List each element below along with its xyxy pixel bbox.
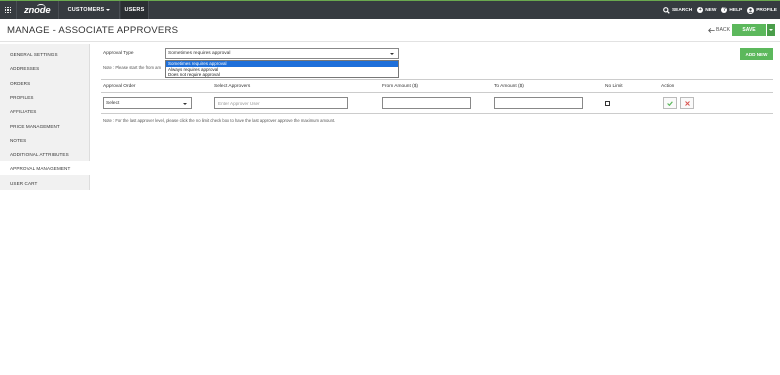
select-approvers-input[interactable]: Enter Approver User xyxy=(214,97,348,109)
approver-note-bottom: Note : For the last approver level, plea… xyxy=(103,118,336,123)
sidebar: GENERAL SETTINGS ADDRESSES ORDERS PROFIL… xyxy=(0,44,90,190)
top-nav-bar: znode CUSTOMERS USERS SEARCH + NEW ? HEL… xyxy=(0,0,780,19)
header-divider xyxy=(0,41,780,42)
column-header-to-amount: To Amount ($) xyxy=(494,84,524,89)
table-divider-top xyxy=(101,79,773,80)
help-button[interactable]: ? HELP xyxy=(721,7,742,13)
arrow-left-icon xyxy=(708,27,715,33)
sidebar-item-profiles[interactable]: PROFILES xyxy=(0,90,90,104)
to-amount-input[interactable] xyxy=(494,97,583,109)
search-icon xyxy=(663,6,670,14)
remove-row-button[interactable] xyxy=(680,97,694,109)
chevron-down-icon xyxy=(106,9,111,11)
search-label: SEARCH xyxy=(671,7,693,13)
save-button-group: SAVE xyxy=(732,24,775,36)
new-label: NEW xyxy=(705,7,717,13)
column-header-from-amount: From Amount ($) xyxy=(382,84,418,89)
sidebar-item-orders[interactable]: ORDERS xyxy=(0,76,90,90)
confirm-row-button[interactable] xyxy=(663,97,677,109)
plus-circle-icon: + xyxy=(697,7,704,13)
approval-order-select[interactable]: Select xyxy=(103,97,192,109)
approval-order-value: Select xyxy=(106,100,120,106)
app-grid-button[interactable] xyxy=(0,1,17,19)
sidebar-item-user-cart[interactable]: USER CART xyxy=(0,176,90,190)
znode-logo[interactable]: znode xyxy=(24,3,51,17)
sidebar-item-general-settings[interactable]: GENERAL SETTINGS xyxy=(0,47,90,61)
from-amount-input[interactable] xyxy=(382,97,471,109)
column-header-no-limit: No Limit xyxy=(605,84,623,89)
save-button[interactable]: SAVE xyxy=(732,24,766,36)
chevron-down-icon xyxy=(769,29,773,31)
sidebar-item-price-management[interactable]: PRICE MANAGEMENT xyxy=(0,119,90,133)
profile-button[interactable]: PROFILE xyxy=(747,6,777,14)
approval-type-select[interactable]: Sometimes requires approval xyxy=(165,48,399,59)
save-options-button[interactable] xyxy=(767,24,775,36)
sidebar-item-addresses[interactable]: ADDRESSES xyxy=(0,61,90,75)
check-icon xyxy=(667,100,673,106)
table-divider-header xyxy=(101,92,773,93)
nav-tab-customers[interactable]: CUSTOMERS xyxy=(58,1,120,19)
sidebar-item-affiliates[interactable]: AFFILIATES xyxy=(0,104,90,118)
page-title: MANAGE - ASSOCIATE APPROVERS xyxy=(7,25,179,36)
nav-tab-customers-label: CUSTOMERS xyxy=(67,7,105,13)
user-icon xyxy=(747,6,755,14)
back-label: BACK xyxy=(716,27,731,33)
grid-icon xyxy=(4,6,12,14)
sidebar-item-notes[interactable]: NOTES xyxy=(0,133,90,147)
column-header-approval-order: Approval Order xyxy=(103,84,136,89)
table-divider-bottom xyxy=(101,113,773,114)
nav-tab-users[interactable]: USERS xyxy=(121,1,149,19)
logo-swoosh-icon xyxy=(37,4,45,9)
help-icon: ? xyxy=(721,7,728,13)
back-button[interactable]: BACK xyxy=(708,27,730,33)
profile-label: PROFILE xyxy=(756,7,777,13)
top-actions: SEARCH + NEW ? HELP PROFILE xyxy=(663,1,777,19)
sidebar-item-additional-attributes[interactable]: ADDITIONAL ATTRIBUTES xyxy=(0,147,90,161)
help-label: HELP xyxy=(729,7,743,13)
chevron-down-icon xyxy=(390,53,394,55)
chevron-down-icon xyxy=(183,102,187,105)
approval-type-label: Approval Type xyxy=(103,51,134,56)
search-button[interactable]: SEARCH xyxy=(663,6,693,14)
approval-note-top: Note : Please start the from am xyxy=(103,65,161,70)
no-limit-checkbox[interactable] xyxy=(605,101,610,106)
close-icon xyxy=(684,100,690,106)
approval-type-dropdown: Sometimes requires approval Always requi… xyxy=(165,60,399,78)
select-approvers-placeholder: Enter Approver User xyxy=(218,100,260,106)
new-button[interactable]: + NEW xyxy=(697,7,716,13)
column-header-action: Action xyxy=(661,84,675,89)
dropdown-option-none[interactable]: Does not require approval xyxy=(166,72,398,78)
nav-tab-users-label: USERS xyxy=(124,7,145,13)
column-header-select-approvers: Select Approvers xyxy=(214,84,251,89)
add-new-button[interactable]: ADD NEW xyxy=(740,48,773,60)
approval-type-value: Sometimes requires approval xyxy=(168,51,231,56)
sidebar-item-approval-management[interactable]: APPROVAL MANAGEMENT xyxy=(0,161,90,175)
